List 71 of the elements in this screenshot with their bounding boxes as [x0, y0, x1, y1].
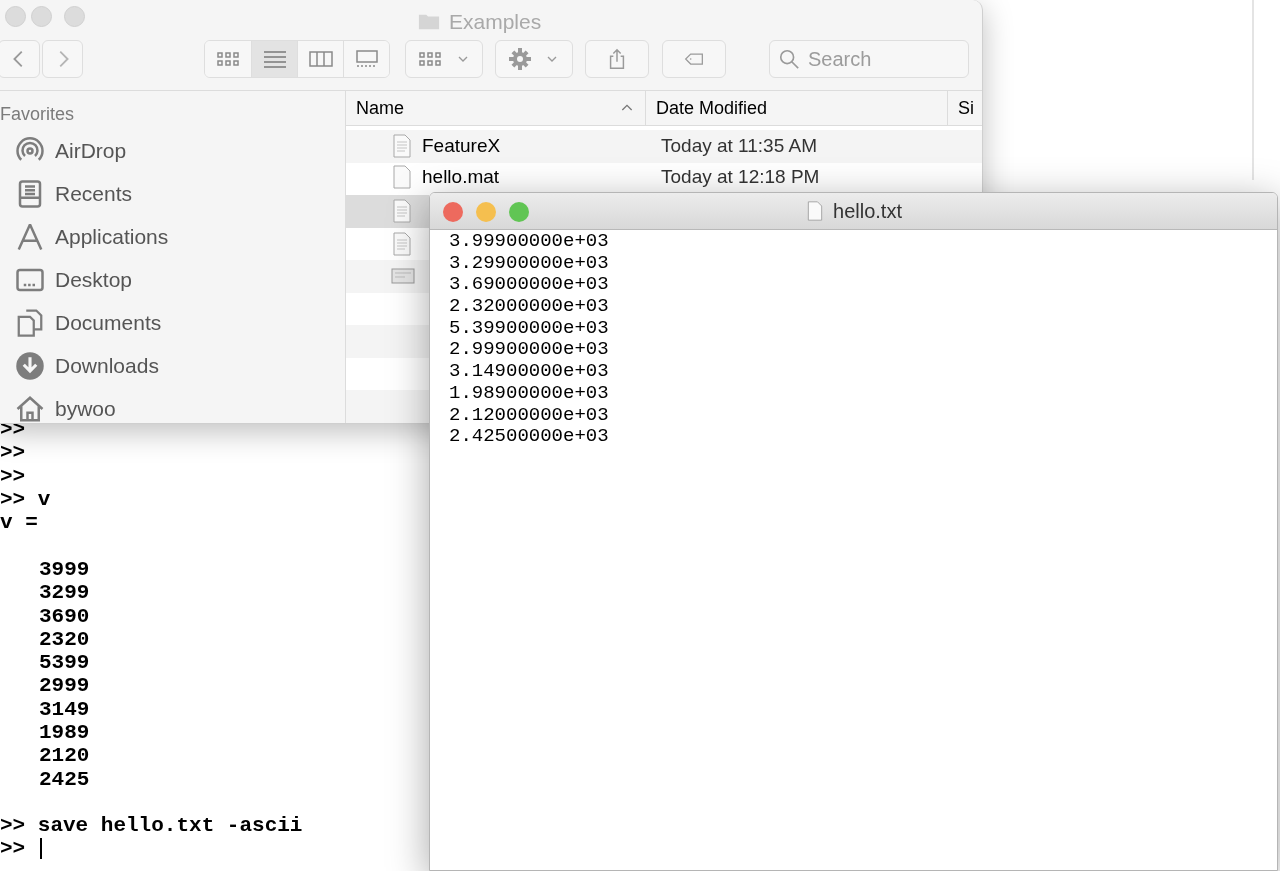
file-date: Today at 12:18 PM — [660, 164, 820, 189]
document-icon — [390, 230, 414, 257]
output-value: 2320 — [39, 628, 90, 650]
output-value: 3999 — [39, 558, 90, 580]
group-button[interactable] — [405, 40, 483, 78]
sidebar-item[interactable]: Applications — [0, 215, 345, 258]
search-icon — [778, 48, 800, 70]
text-line: 3.14900000e+03 — [449, 361, 609, 383]
window-control[interactable] — [443, 202, 463, 222]
sidebar-item[interactable]: Documents — [0, 301, 345, 344]
sidebar-item[interactable]: Downloads — [0, 344, 345, 387]
command-line: >> v — [0, 489, 51, 511]
output-line: v = — [0, 512, 38, 534]
window-title: Examples — [449, 9, 542, 35]
command-line: >> — [0, 465, 26, 487]
text-line: 2.12000000e+03 — [449, 404, 609, 427]
column-header[interactable]: Si — [947, 91, 982, 125]
text-line: 3.99900000e+03 — [449, 231, 609, 253]
view-mode-button[interactable] — [343, 41, 389, 77]
sidebar-item[interactable]: Desktop — [0, 258, 345, 301]
action-button[interactable] — [495, 40, 573, 78]
tag-button[interactable] — [662, 40, 726, 78]
text-line: 5.39900000e+03 — [449, 317, 609, 340]
text-line: 3.69000000e+03 — [449, 274, 609, 297]
text-line: 2.42500000e+03 — [449, 426, 609, 448]
command-prompt: >> — [0, 838, 26, 860]
file-date: Today at 11:35 AM — [660, 134, 817, 158]
output-value: 5399 — [39, 652, 90, 674]
text-cursor — [40, 838, 43, 860]
file-row[interactable]: FeatureX Today at 11:35 AM — [346, 130, 982, 163]
sidebar-heading: Favorites — [0, 103, 76, 125]
search-field[interactable]: Search — [769, 40, 969, 78]
text-line: 2.99900000e+03 — [449, 339, 609, 362]
output-value: 2425 — [39, 768, 90, 790]
window-control[interactable] — [509, 202, 529, 222]
download-icon — [15, 350, 45, 381]
file-row[interactable] — [346, 260, 429, 293]
forward-button[interactable] — [42, 40, 83, 78]
output-value: 3690 — [39, 605, 90, 627]
column-header[interactable]: Date Modified — [645, 91, 947, 125]
window-title: hello.txt — [833, 199, 902, 224]
sidebar-item[interactable]: Recents — [0, 172, 345, 215]
document-icon — [390, 164, 414, 190]
command-line: >> — [0, 442, 26, 464]
window-control[interactable] — [5, 6, 26, 27]
gear-icon — [508, 47, 532, 71]
window-control[interactable] — [64, 6, 85, 27]
column-header[interactable]: Name — [346, 91, 645, 125]
output-value: 3149 — [39, 698, 90, 720]
output-value: 3299 — [39, 582, 90, 604]
text-line: 2.32000000e+03 — [449, 296, 609, 318]
view-mode-button[interactable] — [251, 41, 297, 77]
window-control[interactable] — [476, 202, 496, 222]
back-button[interactable] — [0, 40, 40, 78]
text-line: 1.98900000e+03 — [449, 382, 609, 405]
document-icon — [390, 133, 414, 160]
sidebar-item[interactable]: AirDrop — [0, 129, 345, 172]
share-button[interactable] — [585, 40, 649, 78]
command-line: >> save hello.txt -ascii — [0, 815, 303, 837]
output-value: 2120 — [39, 745, 90, 767]
file-row[interactable] — [346, 195, 429, 228]
view-switcher[interactable] — [204, 40, 390, 78]
document-icon — [390, 198, 414, 225]
window-control[interactable] — [31, 6, 52, 27]
output-value: 1989 — [39, 722, 90, 743]
file-name: hello.mat — [422, 164, 500, 189]
documents-icon — [15, 307, 45, 338]
output-value: 2999 — [39, 675, 90, 697]
text-line: 3.29900000e+03 — [449, 252, 609, 275]
applications-icon — [15, 221, 45, 252]
file-name: FeatureX — [422, 134, 501, 158]
